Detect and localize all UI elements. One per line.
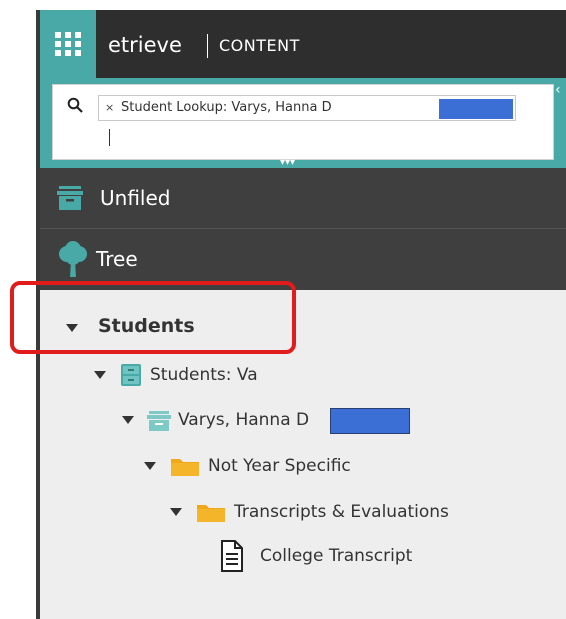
search-area: × Student Lookup: Varys, Hanna D ‹ ▾▾▾ xyxy=(40,78,566,168)
caret-down-icon xyxy=(94,371,106,379)
drawer-icon xyxy=(146,410,172,436)
expand-search-handle[interactable]: ▾▾▾ xyxy=(280,158,295,168)
tree-node-document[interactable]: College Transcript xyxy=(220,539,500,575)
header-divider xyxy=(207,34,208,58)
folder-icon xyxy=(170,457,200,481)
tree-node-student[interactable]: Varys, Hanna D xyxy=(118,405,418,435)
tree-node-folder[interactable]: Not Year Specific xyxy=(140,451,400,481)
tree-node-label: Transcripts & Evaluations xyxy=(234,502,449,522)
nav-item-label: Unfiled xyxy=(100,186,171,210)
text-caret xyxy=(109,129,110,146)
redaction-box xyxy=(439,99,513,119)
tree-node-label: Varys, Hanna D xyxy=(178,410,310,430)
app-header: etrieve CONTENT xyxy=(40,10,566,78)
tree-node-label: Not Year Specific xyxy=(208,456,351,476)
search-input[interactable]: × Student Lookup: Varys, Hanna D xyxy=(52,84,554,160)
app-launcher-button[interactable] xyxy=(40,10,96,78)
token-remove-button[interactable]: × xyxy=(105,96,114,120)
inbox-icon xyxy=(56,184,84,217)
product-name: CONTENT xyxy=(219,36,300,55)
search-token-label: Student Lookup: Varys, Hanna D xyxy=(121,100,332,115)
tree-node-label: Students: Va xyxy=(150,365,258,385)
tree-icon xyxy=(56,241,90,282)
collapse-panel-icon[interactable]: ‹ xyxy=(555,82,561,98)
caret-down-icon xyxy=(122,416,134,424)
caret-down-icon xyxy=(144,462,156,470)
brand-logo: etrieve xyxy=(108,33,182,57)
tree-node-label: College Transcript xyxy=(260,546,413,566)
tree-node-folder[interactable]: Transcripts & Evaluations xyxy=(166,497,506,527)
highlight-annotation xyxy=(10,281,296,354)
search-token: × Student Lookup: Varys, Hanna D xyxy=(98,95,516,121)
document-icon xyxy=(220,539,244,577)
cabinet-icon xyxy=(120,363,142,391)
nav-item-unfiled[interactable]: Unfiled xyxy=(40,168,566,229)
redaction-box xyxy=(330,408,410,434)
tree-node-cabinet[interactable]: Students: Va xyxy=(90,360,350,390)
nav-item-label: Tree xyxy=(96,247,138,271)
folder-icon xyxy=(196,503,226,527)
search-icon xyxy=(67,97,83,117)
caret-down-icon xyxy=(170,508,182,516)
